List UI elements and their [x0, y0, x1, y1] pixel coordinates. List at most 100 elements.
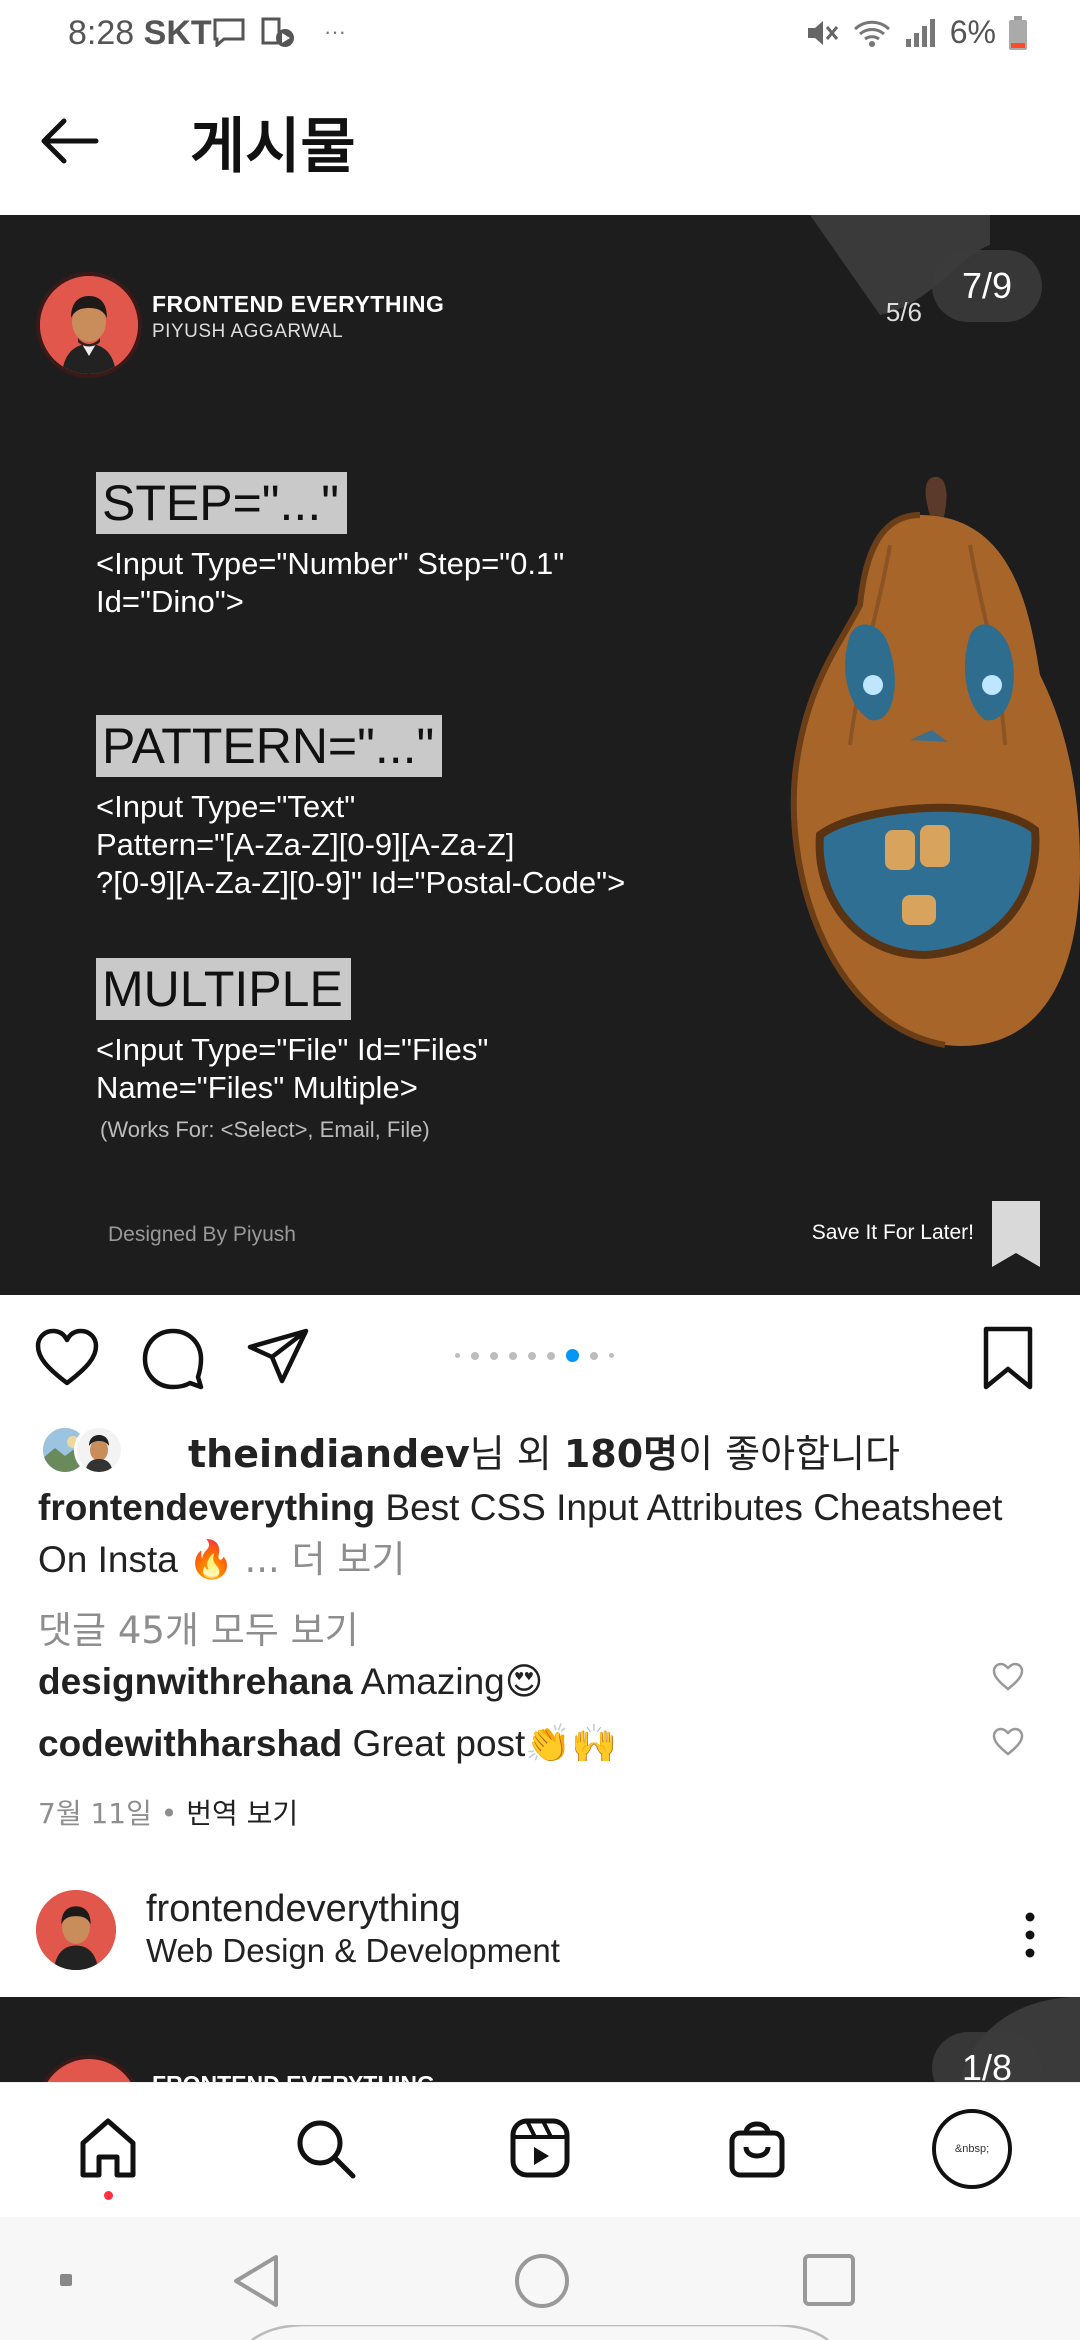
code-line: <Input Type="Number" Step="0.1" [96, 546, 565, 581]
comment-icon [142, 1328, 204, 1390]
more-link[interactable]: ... 더 보기 [245, 1538, 406, 1581]
status-bar: 8:28 SKT ··· 6% [0, 0, 1080, 70]
view-all-comments-link[interactable]: 댓글 45개 모두 보기 [38, 1600, 359, 1654]
more-options-icon[interactable] [1020, 1910, 1040, 1960]
comment-username[interactable]: codewithharshad [38, 1723, 342, 1764]
home-nav-icon[interactable] [512, 2251, 572, 2311]
send-icon [247, 1328, 309, 1384]
brand-name: FRONTEND EVERYTHING [152, 291, 445, 317]
post-date: 7월 11일 [38, 1797, 152, 1830]
brand-avatar [36, 272, 142, 378]
home-icon [80, 2118, 136, 2178]
likes-row[interactable]: theindiandev님 외 180명이 좋아합니다 [40, 1420, 900, 1480]
carousel-dot [455, 1353, 460, 1358]
comment-text: Amazing😍 [352, 1661, 544, 1702]
code-line: ?[0-9][A-Za-Z][0-9]" Id="Postal-Code"> [96, 865, 626, 900]
nav-reels[interactable] [505, 2113, 575, 2183]
comment-like-heart-icon[interactable] [992, 1727, 1024, 1757]
comment-username[interactable]: designwithrehana [38, 1661, 353, 1702]
back-nav-icon[interactable] [228, 2251, 284, 2311]
brand-avatar [36, 2055, 142, 2082]
next-post-image[interactable]: FRONTEND EVERYTHING 1/8 [0, 1997, 1080, 2082]
post-date-row: 7월 11일 • 번역 보기 [38, 1797, 299, 1830]
carrier-label: SKT [143, 14, 212, 52]
comment-row: codewithharshad Great post👏🙌 [38, 1723, 617, 1766]
arrow-left-icon [41, 118, 99, 164]
message-icon [213, 18, 245, 47]
mute-icon [807, 20, 838, 45]
inner-slide-counter: 5/6 [885, 297, 922, 327]
status-icons-right: 6% [804, 14, 1028, 51]
bottom-navigation: &nbsp; [0, 2082, 1080, 2217]
nav-shop[interactable] [722, 2113, 792, 2183]
indicator-dot-icon [60, 2274, 72, 2286]
gesture-handle [251, 2325, 829, 2340]
multiple-attribute-tag: MULTIPLE [96, 958, 351, 1020]
liker-avatars [40, 1423, 140, 1477]
slide-counter: 1/8 [932, 2032, 1042, 2082]
search-icon [297, 2120, 356, 2179]
page-header: 게시물 [0, 70, 1080, 215]
save-later-label: Save It For Later! [811, 1221, 974, 1244]
avatar-illustration [40, 276, 138, 374]
comment-text: Great post👏🙌 [342, 1723, 618, 1764]
share-button[interactable] [246, 1325, 314, 1393]
code-line: Id="Dino"> [96, 584, 244, 619]
liker-username[interactable]: theindiandev [188, 1432, 470, 1476]
code-line: <Input Type="File" Id="Files" [96, 1032, 489, 1067]
save-button[interactable] [978, 1325, 1046, 1393]
likes-count[interactable]: 180명 [564, 1432, 678, 1476]
carousel-dot [528, 1351, 536, 1360]
works-for-note: (Works For: <Select>, Email, File) [100, 1117, 430, 1142]
battery-icon [1009, 15, 1027, 50]
carousel-indicator [455, 1349, 614, 1362]
post-image[interactable]: 7/9 5/6 FRONTEND EVERYTHING PIYUSH AGGAR… [0, 215, 1080, 1295]
nav-home[interactable] [73, 2113, 143, 2183]
pumpkin-illustration [790, 476, 1080, 1048]
translate-link[interactable]: 번역 보기 [186, 1797, 298, 1830]
wifi-icon [853, 20, 890, 47]
bookmark-graphic-icon [992, 1201, 1040, 1267]
carousel-dot [471, 1351, 479, 1360]
media-icon [261, 17, 294, 47]
fire-emoji: 🔥 [188, 1539, 235, 1580]
step-attribute-tag: STEP="..." [96, 472, 347, 534]
comment-button[interactable] [140, 1325, 208, 1393]
signal-icon [905, 18, 935, 47]
comment-row: designwithrehana Amazing😍 [38, 1660, 543, 1703]
code-line: <Input Type="Text" [96, 789, 356, 824]
carousel-dot [547, 1351, 555, 1360]
comment-like-heart-icon[interactable] [992, 1662, 1024, 1692]
next-post-username[interactable]: frontendeverything [146, 1888, 461, 1931]
heart-icon [35, 1328, 99, 1386]
avatar[interactable] [36, 1890, 116, 1970]
status-time: 8:28 SKT [68, 14, 212, 52]
avatar [74, 1425, 124, 1475]
carousel-dot [509, 1351, 517, 1360]
brand-name: FRONTEND EVERYTHING [152, 2071, 435, 2082]
likes-summary: theindiandev님 외 180명이 좋아합니다 [188, 1431, 900, 1476]
bookmark-icon [983, 1326, 1033, 1390]
carousel-dot [490, 1351, 498, 1360]
caption-username[interactable]: frontendeverything [38, 1487, 375, 1528]
battery-percent: 6% [949, 14, 996, 50]
page-title: 게시물 [190, 112, 356, 182]
brand-subtitle: PIYUSH AGGARWAL [152, 321, 344, 342]
recents-nav-icon[interactable] [800, 2251, 858, 2309]
nav-profile[interactable]: &nbsp; [932, 2109, 1012, 2189]
carousel-dot [609, 1353, 614, 1358]
post-actions [0, 1295, 1080, 1415]
notification-dot [104, 2191, 113, 2200]
overflow-dots: ··· [324, 19, 346, 44]
status-icons-left: ··· [212, 16, 346, 48]
post-caption: frontendeverything Best CSS Input Attrib… [38, 1482, 1058, 1586]
code-line: Pattern="[A-Za-Z][0-9][A-Za-Z] [96, 827, 515, 862]
back-button[interactable] [36, 116, 112, 172]
nav-search[interactable] [290, 2113, 360, 2183]
like-button[interactable] [34, 1325, 102, 1393]
reels-icon [510, 2118, 570, 2178]
carousel-dot [590, 1351, 598, 1360]
next-post-subtitle: Web Design & Development [146, 1932, 560, 1969]
carousel-dot [566, 1349, 579, 1362]
designed-by-label: Designed By Piyush [108, 1223, 296, 1246]
